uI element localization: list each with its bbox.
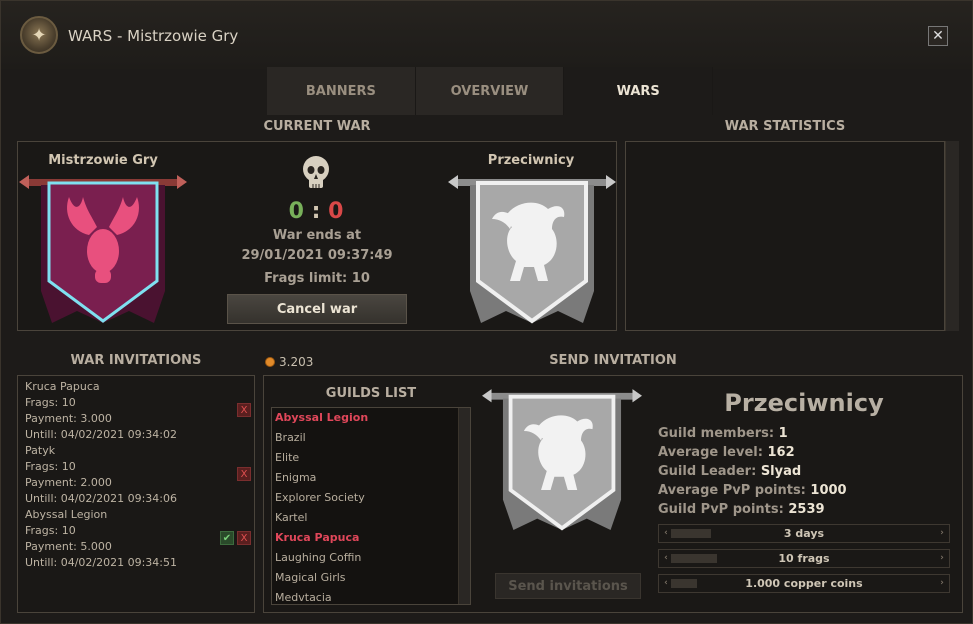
enemy-score: 0 <box>328 199 344 224</box>
war-statistics-header: WAR STATISTICS <box>724 119 846 134</box>
invitation-guild: Patyk <box>25 444 56 457</box>
send-invitations-button[interactable]: Send invitations <box>495 573 641 599</box>
invitation-payment: Payment: 3.000 <box>25 412 112 425</box>
skull-icon <box>303 156 329 188</box>
frags-slider[interactable]: ‹ 10 frags › <box>658 549 950 568</box>
title-bar: ✦ WARS - Mistrzowie Gry ✕ <box>1 1 972 69</box>
current-war-header: CURRENT WAR <box>263 119 371 134</box>
guilds-list-header: GUILDS LIST <box>325 386 417 401</box>
stat-guild-leader: Guild Leader: Slyad <box>658 464 801 479</box>
guild-list-item[interactable]: Medvtacia <box>272 588 470 604</box>
stat-label: Average PvP points: <box>658 483 806 498</box>
guild-list-item[interactable]: Kartel <box>272 508 470 528</box>
tab-bar: BANNERS OVERVIEW WARS <box>267 67 714 115</box>
stat-label: Guild PvP points: <box>658 502 784 517</box>
wars-window: ✦ WARS - Mistrzowie Gry ✕ BANNERS OVERVI… <box>0 0 973 624</box>
stat-value: 1000 <box>810 483 847 498</box>
invitation-until: Untill: 04/02/2021 09:34:02 <box>25 428 178 441</box>
chevron-left-icon[interactable]: ‹ <box>661 525 671 542</box>
invitation-frags: Frags: 10 <box>25 396 76 409</box>
stat-average-pvp: Average PvP points: 1000 <box>658 483 847 498</box>
selected-guild-banner <box>482 389 642 531</box>
invitation-guild: Kruca Papuca <box>25 380 100 393</box>
war-ends-time: 29/01/2021 09:37:49 <box>241 248 393 263</box>
stat-label: Guild Leader: <box>658 464 757 479</box>
reject-invitation-button[interactable]: X <box>237 467 251 481</box>
guilds-list: Abyssal Legion Brazil Elite Enigma Explo… <box>271 407 471 605</box>
reject-invitation-button[interactable]: X <box>237 531 251 545</box>
duration-slider[interactable]: ‹ 3 days › <box>658 524 950 543</box>
guild-list-item[interactable]: Magical Girls <box>272 568 470 588</box>
slider-fill <box>671 529 711 538</box>
stat-average-level: Average level: 162 <box>658 445 795 460</box>
own-score: 0 <box>288 199 304 224</box>
guild-list-item[interactable]: Explorer Society <box>272 488 470 508</box>
guild-list-item[interactable]: Brazil <box>272 428 470 448</box>
stat-guild-members: Guild members: 1 <box>658 426 788 441</box>
slider-label: 1.000 copper coins <box>745 577 863 590</box>
frags-limit: Frags limit: 10 <box>264 271 370 286</box>
war-ends-label: War ends at <box>272 228 362 243</box>
guild-emblem-icon: ✦ <box>20 16 58 54</box>
war-score: 0 : 0 <box>269 199 363 224</box>
stat-value: Slyad <box>760 464 802 479</box>
invitation-payment: Payment: 2.000 <box>25 476 112 489</box>
tab-overview[interactable]: OVERVIEW <box>415 67 565 115</box>
invitation-frags: Frags: 10 <box>25 460 76 473</box>
tab-wars[interactable]: WARS <box>564 67 714 115</box>
slider-label: 10 frags <box>778 552 830 565</box>
own-guild-name: Mistrzowie Gry <box>48 153 158 168</box>
window-title: WARS - Mistrzowie Gry <box>68 27 239 45</box>
war-statistics-panel <box>625 141 945 331</box>
stat-value: 2539 <box>788 502 825 517</box>
guild-list-item[interactable]: Abyssal Legion <box>272 408 470 428</box>
chevron-left-icon[interactable]: ‹ <box>661 550 671 567</box>
reject-invitation-button[interactable]: X <box>237 403 251 417</box>
invitation-frags: Frags: 10 <box>25 524 76 537</box>
selected-guild-name: Przeciwnicy <box>724 389 884 417</box>
chevron-left-icon[interactable]: ‹ <box>661 575 671 592</box>
payment-slider[interactable]: ‹ 1.000 copper coins › <box>658 574 950 593</box>
tab-banners[interactable]: BANNERS <box>267 67 416 115</box>
invitation-payment: Payment: 5.000 <box>25 540 112 553</box>
invitation-guild: Abyssal Legion <box>25 508 108 521</box>
guild-list-item[interactable]: Enigma <box>272 468 470 488</box>
own-guild-banner <box>19 175 187 323</box>
close-button[interactable]: ✕ <box>928 26 948 46</box>
guild-list-item[interactable]: Elite <box>272 448 470 468</box>
chevron-right-icon[interactable]: › <box>937 525 947 542</box>
invitation-until: Untill: 04/02/2021 09:34:06 <box>25 492 178 505</box>
stat-guild-pvp: Guild PvP points: 2539 <box>658 502 825 517</box>
chevron-right-icon[interactable]: › <box>937 550 947 567</box>
invitation-until: Untill: 04/02/2021 09:34:51 <box>25 556 178 569</box>
chevron-right-icon[interactable]: › <box>937 575 947 592</box>
guilds-list-scrollbar[interactable] <box>458 408 470 604</box>
guild-list-item[interactable]: Kruca Papuca <box>272 528 470 548</box>
send-invitation-header: SEND INVITATION <box>549 353 677 368</box>
slider-label: 3 days <box>783 527 825 540</box>
score-separator: : <box>311 199 321 224</box>
stat-label: Average level: <box>658 445 763 460</box>
accept-invitation-button[interactable]: ✔ <box>220 531 234 545</box>
enemy-guild-name: Przeciwnicy <box>487 153 575 168</box>
enemy-guild-banner <box>448 175 616 324</box>
slider-fill <box>671 579 697 588</box>
stat-value: 1 <box>778 426 788 441</box>
war-invitations-header: WAR INVITATIONS <box>70 353 202 368</box>
slider-fill <box>671 554 717 563</box>
cancel-war-button[interactable]: Cancel war <box>227 294 407 324</box>
stat-label: Guild members: <box>658 426 775 441</box>
stat-value: 162 <box>767 445 795 460</box>
guild-list-item[interactable]: Laughing Coffin <box>272 548 470 568</box>
war-statistics-scrollbar[interactable] <box>945 141 959 331</box>
